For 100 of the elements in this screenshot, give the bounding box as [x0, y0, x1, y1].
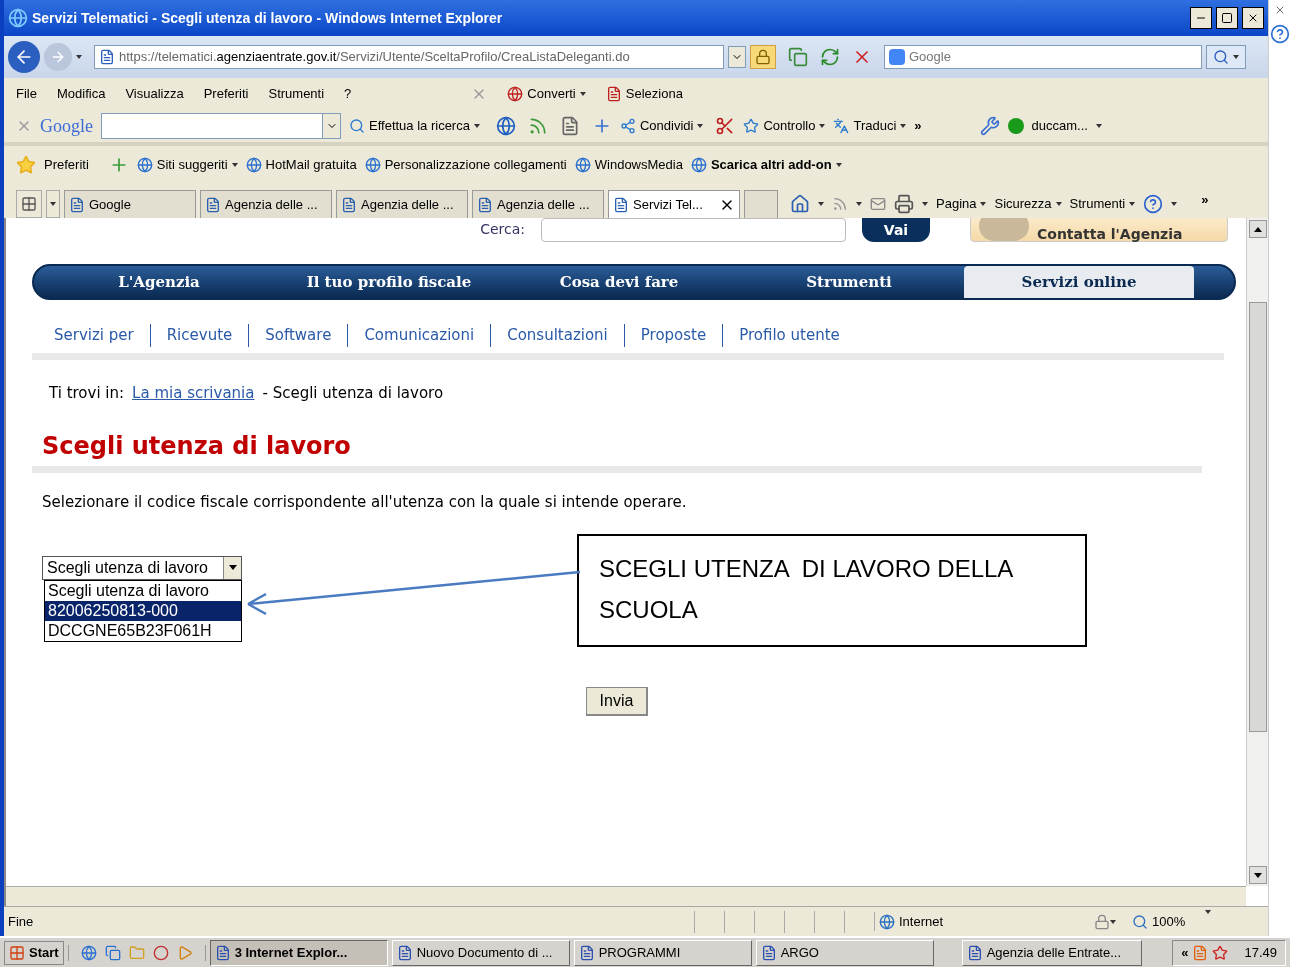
refresh-icon[interactable] — [820, 47, 840, 67]
minimize-button[interactable] — [1190, 7, 1212, 29]
back-button[interactable] — [8, 41, 40, 73]
menu-item[interactable]: Preferiti — [203, 84, 249, 104]
subnav-link[interactable]: Profilo utente — [739, 326, 840, 344]
select-tool-button[interactable]: Seleziona — [625, 84, 683, 104]
globe-icon[interactable] — [495, 116, 516, 136]
caret-icon[interactable] — [1233, 55, 1239, 59]
select-option[interactable]: 82006250813-000 — [45, 600, 241, 621]
caret-icon[interactable] — [579, 92, 586, 96]
caret-icon[interactable] — [228, 565, 237, 570]
caret-icon[interactable] — [697, 124, 704, 128]
google-search-field[interactable] — [101, 113, 341, 139]
breadcrumb-link[interactable]: La mia scrivania — [132, 381, 255, 404]
horizontal-scrollbar[interactable] — [6, 886, 1246, 906]
account-button[interactable]: duccam... — [1031, 116, 1088, 136]
home-icon[interactable] — [790, 194, 810, 214]
address-field[interactable]: https://telematici.agenziaentrate.gov.it/Servizi/Utente/SceltaProfilo/CreaListaDeleganti.do — [94, 45, 724, 69]
caret-icon[interactable] — [231, 163, 238, 167]
caret-icon[interactable] — [1129, 202, 1136, 206]
menu-item[interactable]: Visualizza — [125, 84, 184, 104]
tray-expand-button[interactable]: « — [1181, 942, 1189, 963]
caret-icon[interactable] — [922, 202, 928, 206]
taskbar-button[interactable]: Agenzia delle Entrate... — [961, 939, 1142, 966]
browser-tab[interactable]: Google — [64, 190, 196, 218]
toolbar-button[interactable]: Traduci — [853, 116, 897, 136]
go-button[interactable]: Vai — [862, 218, 930, 242]
taskbar-button[interactable]: ARGO — [755, 939, 934, 966]
circle-icon[interactable] — [152, 944, 169, 961]
caret-icon[interactable] — [76, 55, 82, 59]
toolbar-button[interactable]: Condividi — [639, 116, 694, 136]
caret-icon[interactable] — [856, 202, 862, 206]
nav-tab[interactable]: Il tuo profilo fiscale — [274, 266, 504, 298]
nav-tab[interactable]: L'Agenzia — [44, 266, 274, 298]
search-field[interactable]: Google — [884, 45, 1202, 69]
caret-icon[interactable] — [1095, 124, 1102, 128]
caret-icon[interactable] — [50, 202, 56, 206]
toolbar-button[interactable]: Controllo — [763, 116, 816, 136]
site-search-field[interactable] — [541, 218, 846, 242]
search-button[interactable] — [1206, 45, 1246, 69]
caret-icon[interactable] — [473, 124, 480, 128]
help-icon[interactable] — [1269, 24, 1290, 44]
browser-tab[interactable]: Agenzia delle ... — [200, 190, 332, 218]
menu-item[interactable]: File — [16, 84, 37, 104]
user-select-field[interactable]: Scegli utenza di lavoro — [42, 555, 242, 580]
more-button[interactable]: » — [914, 116, 922, 136]
taskbar-button[interactable]: 3 Internet Explor... — [209, 939, 388, 966]
help-icon[interactable] — [1143, 194, 1164, 214]
favorite-link[interactable]: WindowsMedia — [594, 155, 683, 175]
convert-button[interactable]: Converti — [527, 84, 576, 104]
favorites-button[interactable]: Preferiti — [44, 155, 89, 175]
nav-tab[interactable]: Strumenti — [734, 266, 964, 298]
maximize-button[interactable] — [1216, 7, 1238, 29]
tab-list-button[interactable] — [16, 190, 42, 218]
nav-tab[interactable]: Servizi online — [964, 266, 1194, 298]
browser-tab[interactable]: Agenzia delle ... — [336, 190, 468, 218]
submit-button[interactable]: Invia — [586, 686, 648, 716]
subnav-link[interactable]: Ricevute — [166, 326, 233, 344]
caret-icon[interactable] — [900, 124, 907, 128]
start-button[interactable]: Start — [4, 940, 64, 965]
mail-icon[interactable] — [870, 196, 886, 212]
menu-item[interactable]: Modifica — [56, 84, 106, 104]
toolbar-button[interactable]: Effettua la ricerca — [369, 116, 470, 136]
contact-banner[interactable]: Contatta l'Agenzia — [970, 218, 1228, 242]
taskbar-button[interactable]: PROGRAMMI — [573, 939, 752, 966]
command-button[interactable]: Sicurezza — [994, 194, 1052, 214]
caret-icon[interactable] — [819, 124, 826, 128]
browser-icon[interactable] — [80, 944, 97, 961]
taskbar-button[interactable]: Nuovo Documento di ... — [391, 939, 570, 966]
caret-icon[interactable] — [835, 163, 842, 167]
nav-tab[interactable]: Cosa devi fare — [504, 266, 734, 298]
wrench-icon[interactable] — [979, 116, 1000, 136]
subnav-link[interactable]: Proposte — [640, 326, 707, 344]
favorite-link[interactable]: Personalizzazione collegamenti — [384, 155, 567, 175]
address-dropdown[interactable] — [728, 46, 746, 68]
menu-item[interactable]: Strumenti — [268, 84, 325, 104]
favorite-link[interactable]: Siti suggeriti — [156, 155, 228, 175]
print-icon[interactable] — [894, 194, 914, 214]
caret-icon[interactable] — [1110, 919, 1116, 924]
caret-icon[interactable] — [1171, 202, 1178, 206]
command-button[interactable]: Pagina — [936, 194, 977, 214]
subnav-link[interactable]: Servizi per — [54, 326, 134, 344]
addons-link[interactable]: Scarica altri add-on — [710, 155, 832, 175]
caret-icon[interactable] — [1055, 202, 1062, 206]
more-button[interactable]: » — [1201, 190, 1209, 210]
close-button[interactable] — [1242, 7, 1264, 29]
zoom-level-button[interactable]: 100% — [1152, 911, 1186, 932]
subnav-link[interactable]: Consultazioni — [507, 326, 608, 344]
command-button[interactable]: Strumenti — [1069, 194, 1126, 214]
favorite-link[interactable]: HotMail gratuita — [265, 155, 357, 175]
menu-item[interactable]: ? — [344, 84, 352, 104]
vertical-scrollbar[interactable] — [1246, 218, 1268, 886]
subnav-link[interactable]: Software — [265, 326, 332, 344]
security-lock-icon[interactable] — [750, 45, 776, 69]
window-icon[interactable] — [104, 944, 121, 961]
browser-tab[interactable]: Servizi Tel... — [608, 190, 740, 218]
caret-icon[interactable] — [818, 202, 824, 206]
caret-icon[interactable] — [980, 202, 987, 206]
browser-tab[interactable]: Agenzia delle ... — [472, 190, 604, 218]
subnav-link[interactable]: Comunicazioni — [364, 326, 475, 344]
